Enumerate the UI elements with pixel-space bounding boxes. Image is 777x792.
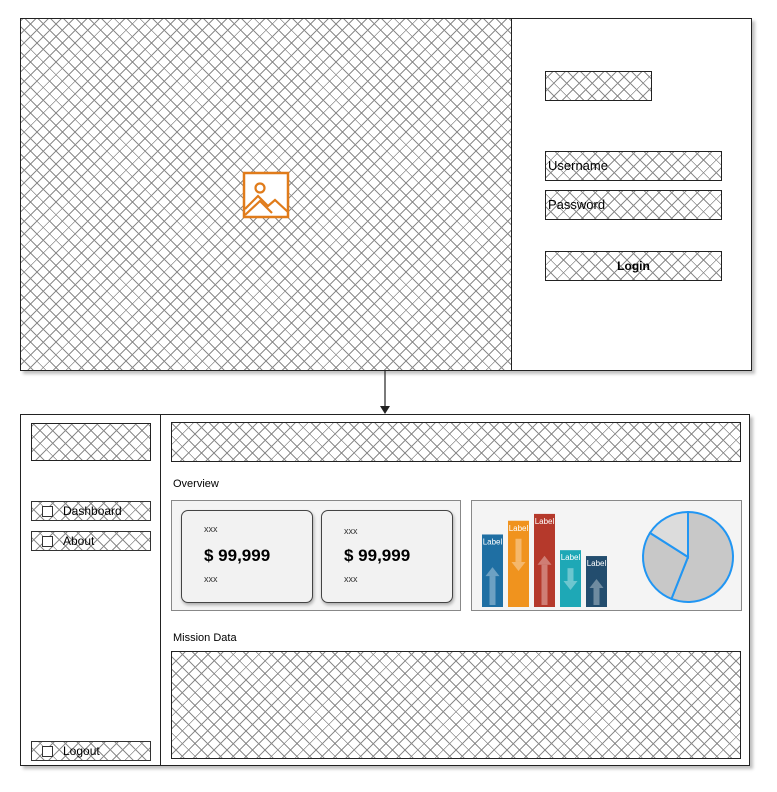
bar-chart-bar: Label <box>508 520 529 607</box>
stat-card-value: $ 99,999 <box>204 546 271 565</box>
stat-card: xxx $ 99,999 xxx <box>181 510 313 603</box>
stat-card-top: xxx <box>344 526 358 536</box>
bar-chart-label: Label <box>587 559 607 568</box>
dashboard-screen: Dashboard About Logout Overview xxx $ 99… <box>20 414 750 766</box>
checkbox-icon <box>42 745 53 757</box>
sidebar-item-label: About <box>63 534 95 548</box>
sidebar-logo-placeholder <box>31 423 151 461</box>
sidebar-item-logout[interactable]: Logout <box>31 741 151 761</box>
bar-chart-arrow <box>593 587 600 605</box>
stat-card-top: xxx <box>204 524 218 534</box>
bar-chart-bar: Label <box>586 556 607 607</box>
stat-card-value: $ 99,999 <box>344 546 411 565</box>
overview-label: Overview <box>173 478 219 490</box>
pie-chart <box>642 510 734 603</box>
sidebar-item-dashboard[interactable]: Dashboard <box>31 501 151 521</box>
stat-card-bottom: xxx <box>344 574 358 584</box>
mission-data-placeholder <box>171 651 741 759</box>
sidebar: Dashboard About Logout <box>21 415 161 765</box>
logo-placeholder <box>545 71 652 101</box>
bar-chart-arrow <box>489 576 496 605</box>
bar-chart-arrow <box>515 538 522 562</box>
bar-chart-arrow <box>567 568 574 582</box>
stat-card: xxx $ 99,999 xxx <box>321 510 453 603</box>
sidebar-item-label: Dashboard <box>63 504 122 518</box>
login-button[interactable]: Login <box>545 251 722 281</box>
bar-chart-arrow <box>541 564 548 605</box>
mission-data-label: Mission Data <box>173 632 237 644</box>
charts-panel: Label Label Label Label Label <box>471 500 742 611</box>
checkbox-icon <box>42 535 53 547</box>
sidebar-item-label: Logout <box>63 744 100 758</box>
header-bar-placeholder <box>171 422 741 462</box>
login-button-label: Login <box>617 259 650 273</box>
password-label: Password <box>548 197 606 212</box>
bar-chart-label: Label <box>535 517 555 526</box>
username-label: Username <box>548 158 608 173</box>
overview-cards-panel: xxx $ 99,999 xxx xxx $ 99,999 xxx <box>171 500 461 611</box>
bar-chart-bar: Label <box>482 534 503 607</box>
bar-chart-bar: Label <box>534 513 555 607</box>
username-field[interactable]: Username <box>545 151 722 181</box>
sidebar-item-about[interactable]: About <box>31 531 151 551</box>
bar-chart: Label Label Label Label Label <box>482 513 607 607</box>
image-icon <box>242 171 290 219</box>
checkbox-icon <box>42 505 53 517</box>
flow-arrow <box>380 370 390 414</box>
login-screen: Username Password Login <box>20 18 752 371</box>
bar-chart-bar: Label <box>560 550 581 607</box>
bar-chart-label: Label <box>509 524 529 533</box>
bar-chart-label: Label <box>483 537 503 546</box>
bar-chart-label: Label <box>561 553 581 562</box>
password-field[interactable]: Password <box>545 190 722 220</box>
stat-card-bottom: xxx <box>204 574 218 584</box>
